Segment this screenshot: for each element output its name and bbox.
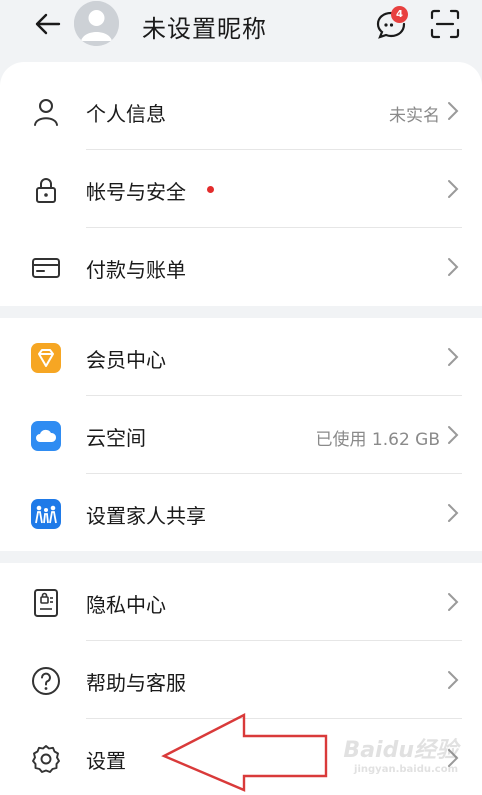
account-security-item[interactable]: 帐号与安全 — [0, 150, 482, 228]
chevron-right-icon — [448, 102, 459, 120]
payment-bills-label: 付款与账单 — [86, 258, 186, 282]
cloud-space-label: 云空间 — [86, 426, 146, 450]
chevron-right-icon — [448, 348, 459, 366]
chevron-right-icon — [448, 671, 459, 689]
avatar[interactable] — [74, 1, 119, 46]
privacy-center-item[interactable]: 隐私中心 — [0, 563, 482, 641]
payment-bills-item[interactable]: 付款与账单 — [0, 228, 482, 306]
help-service-label: 帮助与客服 — [86, 671, 186, 695]
help-service-item[interactable]: 帮助与客服 — [0, 641, 482, 719]
personal-info-item[interactable]: 个人信息 未实名 — [0, 72, 482, 150]
storage-used: 已使用 1.62 GB — [315, 430, 441, 450]
default-avatar-icon — [74, 1, 119, 46]
chevron-right-icon — [448, 258, 459, 276]
scan-icon — [430, 9, 460, 39]
top-bar: 未设置昵称 4 — [0, 0, 482, 50]
family-icon — [30, 498, 62, 530]
privacy-center-label: 隐私中心 — [86, 593, 166, 617]
account-section: 个人信息 未实名 帐号与安全 付款与账单 — [0, 62, 482, 306]
back-button[interactable] — [30, 9, 64, 39]
privacy-document-icon — [30, 587, 62, 619]
verification-status: 未实名 — [389, 106, 440, 126]
watermark-logo: Baidu经验 jingyan.baidu.com — [343, 732, 458, 775]
nickname-title[interactable]: 未设置昵称 — [142, 9, 267, 44]
annotation-arrow — [161, 713, 328, 792]
scan-button[interactable] — [429, 8, 461, 40]
notification-dot — [207, 186, 214, 193]
chevron-right-icon — [448, 593, 459, 611]
person-icon — [30, 96, 62, 128]
card-icon — [30, 252, 62, 284]
lock-icon — [30, 174, 62, 206]
help-question-icon — [30, 665, 62, 697]
settings-label: 设置 — [86, 749, 126, 773]
chevron-right-icon — [448, 504, 459, 522]
chevron-right-icon — [448, 180, 459, 198]
membership-center-label: 会员中心 — [86, 348, 166, 372]
chevron-right-icon — [448, 426, 459, 444]
watermark-brand: Baidu经验 — [343, 738, 458, 763]
cloud-icon — [30, 420, 62, 452]
back-arrow-icon — [35, 13, 61, 35]
personal-info-label: 个人信息 — [86, 102, 166, 126]
vip-diamond-icon — [30, 342, 62, 374]
message-count-badge: 4 — [391, 6, 408, 23]
watermark-url: jingyan.baidu.com — [354, 764, 458, 775]
family-sharing-item[interactable]: 设置家人共享 — [0, 474, 482, 552]
gear-icon — [30, 743, 62, 775]
cloud-space-item[interactable]: 云空间 已使用 1.62 GB — [0, 396, 482, 474]
services-section: 会员中心 云空间 已使用 1.62 GB 设置家人共享 — [0, 318, 482, 551]
account-security-label: 帐号与安全 — [86, 180, 186, 204]
membership-center-item[interactable]: 会员中心 — [0, 318, 482, 396]
family-sharing-label: 设置家人共享 — [86, 504, 206, 528]
